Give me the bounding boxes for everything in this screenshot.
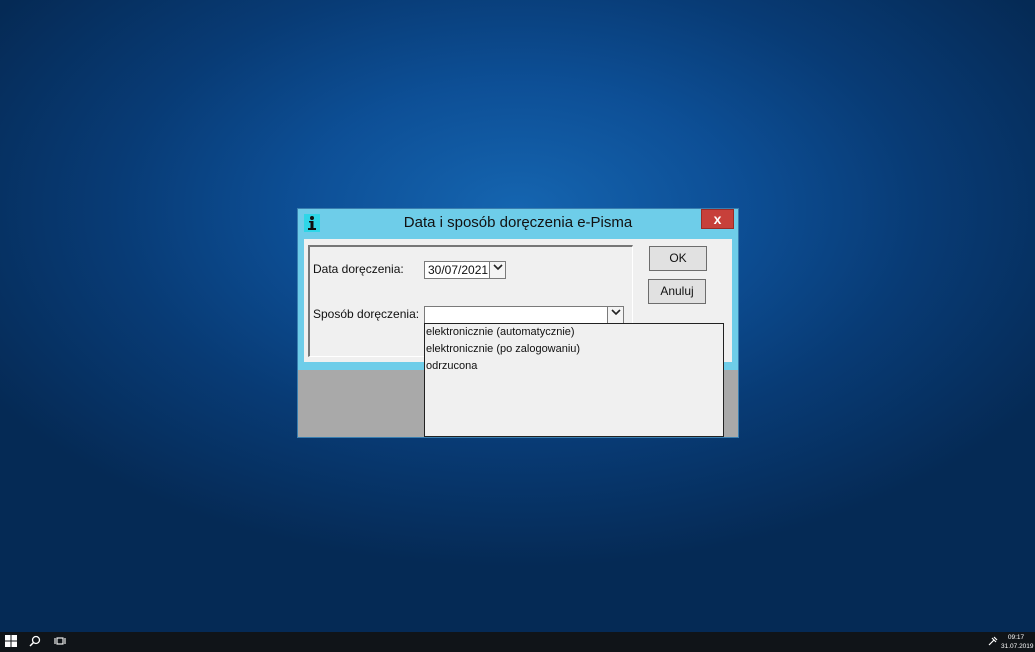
dialog-title: Data i sposób doręczenia e-Pisma <box>403 214 633 231</box>
clock-time: 09:17 <box>1007 634 1025 641</box>
method-label: Sposób doręczenia: <box>313 307 420 321</box>
list-item[interactable]: elektronicznie (po zalogowaniu) <box>425 341 723 358</box>
network-icon[interactable] <box>986 635 1000 649</box>
clock-date: 31.07.2019 <box>1001 643 1034 650</box>
method-combobox[interactable] <box>424 306 624 324</box>
search-icon[interactable] <box>28 635 42 649</box>
date-picker[interactable]: 30/07/2021 <box>424 261 506 279</box>
close-button[interactable]: x <box>701 209 734 229</box>
date-label: Data doręczenia: <box>313 262 404 276</box>
cancel-button[interactable]: Anuluj <box>648 279 706 304</box>
list-item[interactable]: elektronicznie (automatycznie) <box>425 324 723 341</box>
taskbar: 09:17 31.07.2019 <box>0 632 1035 652</box>
windows-start-icon[interactable] <box>4 635 18 649</box>
ok-button[interactable]: OK <box>649 246 707 271</box>
list-item[interactable]: odrzucona <box>425 358 723 375</box>
task-view-icon[interactable] <box>53 635 67 649</box>
chevron-down-icon[interactable] <box>607 307 623 323</box>
method-dropdown-list: elektronicznie (automatycznie) elektroni… <box>424 323 724 437</box>
chevron-down-icon[interactable] <box>489 262 505 278</box>
dialog-titlebar[interactable]: Data i sposób doręczenia e-Pisma x <box>298 209 738 237</box>
date-value: 30/07/2021 <box>428 263 489 277</box>
system-clock[interactable]: 09:17 31.07.2019 <box>1001 633 1034 651</box>
